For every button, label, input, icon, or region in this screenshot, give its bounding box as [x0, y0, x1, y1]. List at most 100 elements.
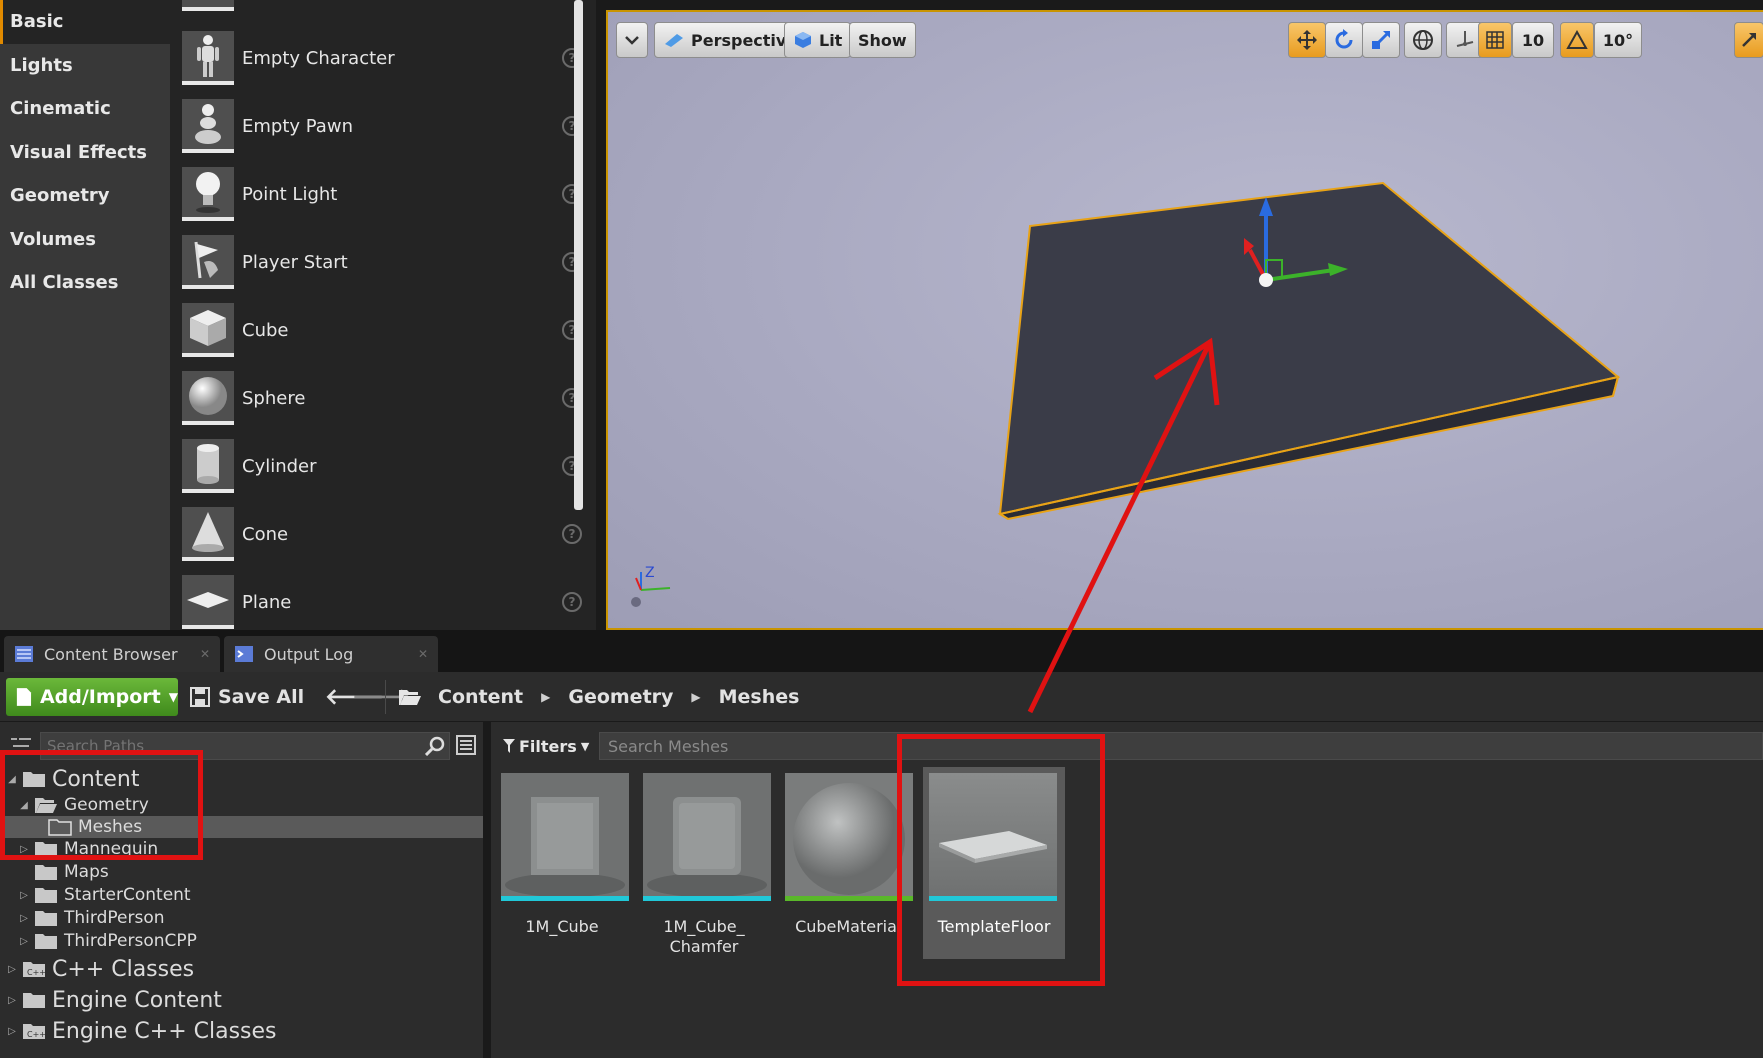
scale-mode-button[interactable]	[1362, 22, 1400, 58]
search-icon[interactable]	[425, 736, 445, 756]
cpp-folder-icon: C++	[23, 962, 46, 977]
collapsed-arrow-icon[interactable]: ▷	[18, 890, 30, 901]
asset-label: 1M_Cube	[525, 917, 599, 936]
category-lights[interactable]: Lights	[0, 44, 170, 88]
static-mesh-thumbnail	[501, 773, 629, 901]
bottom-tab-strip: Content Browser ✕ Output Log ✕	[0, 630, 1763, 672]
actor-item-empty-character[interactable]: Empty Character ?	[182, 24, 582, 92]
panel-splitter[interactable]	[596, 0, 606, 630]
expanded-arrow-icon[interactable]: ◢	[18, 800, 30, 811]
collapsed-arrow-icon[interactable]: ▷	[18, 936, 30, 947]
tree-view-options-icon[interactable]	[9, 736, 33, 756]
actor-item-point-light[interactable]: Point Light ?	[182, 160, 582, 228]
asset-tile-1m-cube-chamfer[interactable]: 1M_Cube_ Chamfer	[633, 767, 775, 959]
category-geometry[interactable]: Geometry	[0, 174, 170, 218]
grid-snap-toggle[interactable]	[1478, 22, 1512, 58]
actor-item-empty-pawn[interactable]: Empty Pawn ?	[182, 92, 582, 160]
tree-item-startercontent[interactable]: ▷ StarterContent	[0, 884, 483, 906]
help-icon[interactable]: ?	[562, 592, 582, 612]
filters-button[interactable]: Filters ▼	[503, 732, 589, 760]
svg-text:C++: C++	[27, 968, 46, 977]
tree-item-cpp-classes[interactable]: ▷ C++ C++ Classes	[0, 954, 483, 984]
expanded-arrow-icon[interactable]: ◢	[6, 774, 18, 785]
tree-item-thirdpersoncpp[interactable]: ▷ ThirdPersonCPP	[0, 930, 483, 952]
breadcrumb-meshes[interactable]: Meshes	[719, 686, 800, 708]
actor-item-plane[interactable]: Plane ?	[182, 568, 582, 636]
show-button[interactable]: Show	[849, 22, 916, 58]
close-icon[interactable]: ✕	[200, 647, 210, 661]
tab-label: Content Browser	[44, 644, 178, 664]
category-visual-effects[interactable]: Visual Effects	[0, 131, 170, 175]
tree-item-thirdperson[interactable]: ▷ ThirdPerson	[0, 907, 483, 929]
world-local-toggle[interactable]	[1404, 22, 1442, 58]
folder-icon	[35, 934, 57, 949]
level-viewport[interactable]: Z Perspective Lit Show 10 10°	[606, 10, 1763, 630]
rotate-mode-button[interactable]	[1325, 22, 1363, 58]
tree-item-content[interactable]: ◢ Content	[0, 764, 483, 794]
help-icon[interactable]: ?	[562, 524, 582, 544]
actor-item-player-start[interactable]: Player Start ?	[182, 228, 582, 296]
actor-item-cylinder[interactable]: Cylinder ?	[182, 432, 582, 500]
search-meshes-input[interactable]	[599, 732, 1763, 760]
actor-item-partial[interactable]	[182, 0, 582, 18]
scale-snap-toggle[interactable]	[1734, 22, 1763, 58]
close-icon[interactable]: ✕	[418, 647, 428, 661]
folder-icon	[35, 865, 57, 880]
place-actors-list: Empty Character ? Empty Pawn ? Point Lig…	[170, 0, 596, 630]
tab-content-browser[interactable]: Content Browser ✕	[4, 636, 220, 672]
view-options-icon[interactable]	[455, 734, 477, 756]
asset-tile-cubematerial[interactable]: CubeMateria	[775, 767, 917, 959]
tree-item-maps[interactable]: Maps	[0, 861, 483, 883]
svg-text:C++: C++	[27, 1030, 46, 1039]
tree-item-geometry[interactable]: ◢ Geometry	[0, 794, 483, 816]
tree-item-mannequin[interactable]: ▷ Mannequin	[0, 838, 483, 860]
asset-tile-1m-cube[interactable]: 1M_Cube	[491, 767, 633, 959]
content-browser-toolbar: Add/Import ▼ Save All 🡐 🡒 Content ▶ Geom…	[0, 672, 1763, 722]
add-import-button[interactable]: Add/Import ▼	[6, 678, 178, 716]
category-label: Cinematic	[10, 98, 111, 120]
chevron-down-icon	[625, 36, 639, 45]
save-all-button[interactable]: Save All	[190, 678, 304, 716]
tree-item-meshes[interactable]: Meshes	[0, 816, 483, 838]
collapsed-arrow-icon[interactable]: ▷	[6, 995, 18, 1006]
actor-item-cone[interactable]: Cone ?	[182, 500, 582, 568]
folder-icon	[35, 888, 57, 903]
category-all-classes[interactable]: All Classes	[0, 261, 170, 305]
translate-mode-button[interactable]	[1288, 22, 1326, 58]
tree-label: ThirdPersonCPP	[64, 931, 197, 951]
folder-icon	[23, 993, 45, 1008]
tree-item-engine-content[interactable]: ▷ Engine Content	[0, 985, 483, 1015]
lit-button[interactable]: Lit	[784, 22, 852, 58]
category-basic[interactable]: Basic	[0, 0, 170, 44]
breadcrumb-geometry[interactable]: Geometry	[568, 686, 673, 708]
collapsed-arrow-icon[interactable]: ▷	[6, 964, 18, 975]
search-paths-field[interactable]	[47, 737, 417, 755]
viewport-options-button[interactable]	[616, 22, 648, 58]
tab-output-log[interactable]: Output Log ✕	[224, 636, 438, 672]
unreal-editor-window: Basic Lights Cinematic Visual Effects Ge…	[0, 0, 1763, 1058]
collapsed-arrow-icon[interactable]: ▷	[18, 844, 30, 855]
category-cinematic[interactable]: Cinematic	[0, 87, 170, 131]
search-meshes-field[interactable]	[608, 736, 1708, 756]
tree-item-engine-cpp-classes[interactable]: ▷ C++ Engine C++ Classes	[0, 1016, 483, 1046]
actor-item-cube[interactable]: Cube ?	[182, 296, 582, 364]
rotation-snap-toggle[interactable]	[1560, 22, 1594, 58]
category-volumes[interactable]: Volumes	[0, 218, 170, 262]
rotation-snap-value[interactable]: 10°	[1594, 22, 1642, 58]
tree-label: C++ Classes	[52, 956, 195, 982]
collapsed-arrow-icon[interactable]: ▷	[18, 913, 30, 924]
chevron-right-icon[interactable]: ▶	[541, 690, 550, 704]
grid-icon	[1486, 31, 1504, 49]
actor-list-scrollbar[interactable]	[574, 0, 583, 510]
plane-icon	[182, 575, 234, 629]
tree-label: Engine C++ Classes	[52, 1018, 277, 1044]
asset-tile-templatefloor[interactable]: TemplateFloor	[923, 767, 1065, 959]
actor-item-sphere[interactable]: Sphere ?	[182, 364, 582, 432]
grid-snap-value[interactable]: 10	[1512, 22, 1554, 58]
breadcrumb-content[interactable]: Content	[438, 686, 523, 708]
chevron-right-icon[interactable]: ▶	[691, 690, 700, 704]
tree-label: Meshes	[78, 817, 143, 837]
collapsed-arrow-icon[interactable]: ▷	[6, 1026, 18, 1037]
actor-label: Cylinder	[242, 455, 317, 477]
search-paths-input[interactable]	[40, 732, 450, 760]
